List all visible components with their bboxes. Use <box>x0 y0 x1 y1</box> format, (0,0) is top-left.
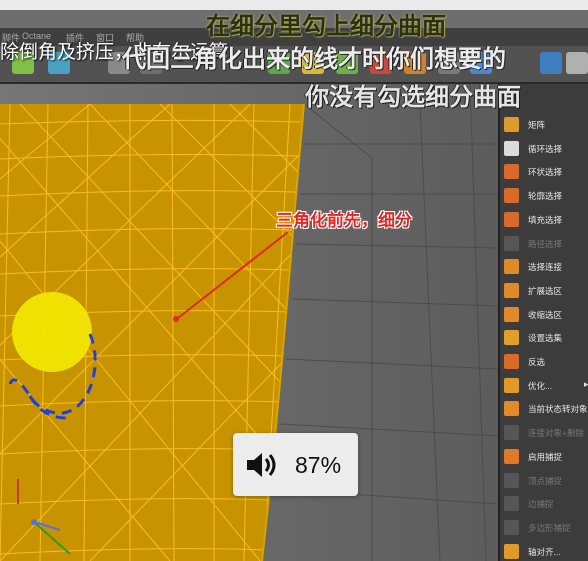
side-menu-label: 填充选择 <box>528 214 563 225</box>
volume-percent: 87% <box>295 452 342 478</box>
cloud-tool-icon[interactable] <box>540 52 562 74</box>
volume-overlay: 87% <box>233 433 358 496</box>
subtitle-line-3: 代回三角化出来的线才时你们想要的 <box>122 46 506 73</box>
side-menu-item[interactable]: 环状选择 <box>500 161 588 183</box>
side-menu-label: 启用捕捉 <box>528 451 563 462</box>
side-menu-item[interactable]: 填充选择 <box>500 209 588 231</box>
shrink-selection-icon <box>504 306 519 322</box>
side-menu-item[interactable]: 收缩选区 <box>500 304 588 326</box>
loop-select-icon <box>504 140 519 156</box>
side-menu-item[interactable]: 循环选择 <box>500 138 588 160</box>
ring-select-icon <box>504 164 519 180</box>
side-menu-label: 多边形捕捉 <box>528 522 571 533</box>
side-menu-label: 当前状态转对象 <box>528 404 588 415</box>
path-select-icon <box>504 235 519 251</box>
side-menu-item[interactable]: 路径选择 <box>500 233 588 255</box>
side-menu-label: 轮廓选择 <box>528 191 563 202</box>
side-menu-item[interactable]: 多边形捕捉 <box>500 517 588 539</box>
side-menu-item[interactable]: 顶点捕捉 <box>500 470 588 492</box>
side-menu-label: 扩展选区 <box>528 285 563 296</box>
set-selection-icon <box>504 330 519 346</box>
matrix-icon <box>504 117 519 132</box>
polygon-snap-icon <box>504 519 519 535</box>
side-menu-item[interactable]: 选择连接 <box>500 256 588 278</box>
select-connected-icon <box>504 259 519 275</box>
side-menu-label: 选择连接 <box>528 262 563 273</box>
side-menu-label: 连接对象+删除 <box>528 428 584 439</box>
side-menu-item[interactable]: 扩展选区 <box>500 280 588 302</box>
side-menu-label: 路径选择 <box>528 238 563 249</box>
side-menu-item[interactable]: 边捕捉 <box>500 493 588 515</box>
screen: 脚件 Octane 插件 窗口 帮助 矩阵 循环选择 环状选择 轮廓选择 填充选… <box>0 0 588 561</box>
speaker-icon <box>247 453 276 477</box>
side-menu-label: 反选 <box>528 357 546 367</box>
side-menu-label: 循环选择 <box>528 143 563 154</box>
annotation-label: 三角化前先，细分 <box>276 211 412 230</box>
side-menu-label: 环状选择 <box>528 167 563 178</box>
side-menu-item[interactable]: 设置选集 <box>500 327 588 349</box>
side-menu-item[interactable]: 轴对齐... <box>500 541 588 561</box>
snap-icon <box>504 448 519 464</box>
settings-tool-icon[interactable] <box>566 52 588 74</box>
side-menu-item[interactable]: 优化... ▸ <box>500 375 588 397</box>
side-menu-item[interactable]: 启用捕捉 <box>500 446 588 468</box>
side-menu-label: 边捕捉 <box>528 499 554 510</box>
subtitle-line-4: 你没有勾选细分曲面 <box>305 84 521 111</box>
outline-select-icon <box>504 188 519 204</box>
side-menu-label: 收缩选区 <box>528 309 563 320</box>
side-menu-item[interactable]: 连接对象+删除 <box>500 422 588 444</box>
optimize-icon <box>504 377 519 393</box>
side-menu-item[interactable]: 反选 <box>500 351 588 373</box>
connect-objects-icon <box>504 425 519 441</box>
grow-selection-icon <box>504 282 519 298</box>
side-menu-item[interactable]: 当前状态转对象 <box>500 398 588 420</box>
axis-align-icon <box>504 543 519 559</box>
side-menu-label: 轴对齐... <box>528 546 561 557</box>
side-menu-label: 优化... <box>528 380 553 391</box>
annotation-arrow-tip <box>173 316 179 322</box>
edge-snap-icon <box>504 496 519 512</box>
side-menu-item[interactable]: 轮廓选择 <box>500 185 588 207</box>
fill-select-icon <box>504 211 519 227</box>
invert-selection-icon <box>504 354 519 369</box>
submenu-arrow-icon: ▸ <box>584 378 588 389</box>
side-menu-label: 矩阵 <box>528 120 546 130</box>
current-state-to-object-icon <box>504 401 519 417</box>
subtitle-line-1: 在细分里勾上细分曲面 <box>206 13 446 40</box>
vertex-snap-icon <box>504 472 519 488</box>
cursor-highlight <box>12 292 92 372</box>
side-menu-label: 设置选集 <box>528 333 563 344</box>
side-menu-item[interactable]: 矩阵 <box>500 114 588 136</box>
side-menu-panel: 矩阵循环选择环状选择轮廓选择填充选择路径选择选择连接扩展选区收缩选区设置选集反选… <box>498 84 588 561</box>
side-menu-label: 顶点捕捉 <box>528 475 563 486</box>
